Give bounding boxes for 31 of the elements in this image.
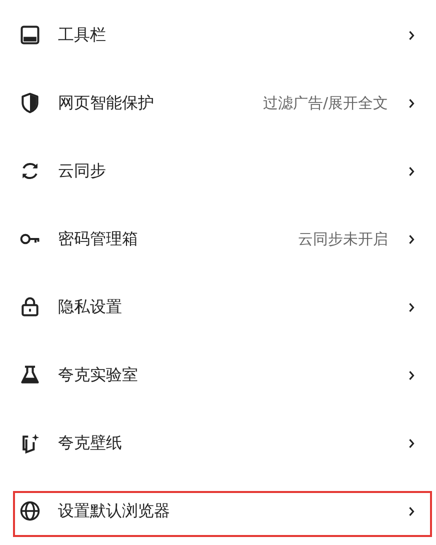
shield-icon <box>19 92 41 114</box>
setting-label: 网页智能保护 <box>58 92 155 114</box>
settings-row[interactable]: 云同步 <box>0 137 436 205</box>
settings-row[interactable]: 设置默认浏览器 <box>0 477 436 545</box>
setting-label: 设置默认浏览器 <box>58 500 171 522</box>
chevron-icon <box>408 438 415 448</box>
lock-icon <box>19 296 41 318</box>
flask-icon <box>19 364 41 386</box>
setting-label: 工具栏 <box>58 24 107 46</box>
settings-row[interactable]: 网页智能保护 过滤广告/展开全文 <box>0 69 436 137</box>
chevron-icon <box>408 302 415 312</box>
globe-icon <box>19 500 41 522</box>
setting-label: 云同步 <box>58 160 107 182</box>
setting-label: 隐私设置 <box>58 296 123 318</box>
setting-label: 夸克实验室 <box>58 364 139 386</box>
chevron-icon <box>408 166 415 176</box>
setting-label: 密码管理箱 <box>58 228 139 250</box>
chevron-icon <box>408 98 415 108</box>
chevron-icon <box>408 506 415 516</box>
settings-row[interactable]: 工具栏 <box>0 1 436 69</box>
chevron-icon <box>408 30 415 40</box>
settings-row[interactable]: 密码管理箱 云同步未开启 <box>0 205 436 273</box>
setting-value: 云同步未开启 <box>298 230 388 248</box>
setting-value: 过滤广告/展开全文 <box>262 94 388 112</box>
toolbar-icon <box>19 24 41 46</box>
setting-label: 夸克壁纸 <box>58 432 123 454</box>
settings-row[interactable]: 夸克实验室 <box>0 341 436 409</box>
chevron-icon <box>408 234 415 244</box>
settings-row[interactable]: 夸克壁纸 <box>0 409 436 477</box>
chevron-icon <box>408 370 415 380</box>
settings-row[interactable]: 隐私设置 <box>0 273 436 341</box>
